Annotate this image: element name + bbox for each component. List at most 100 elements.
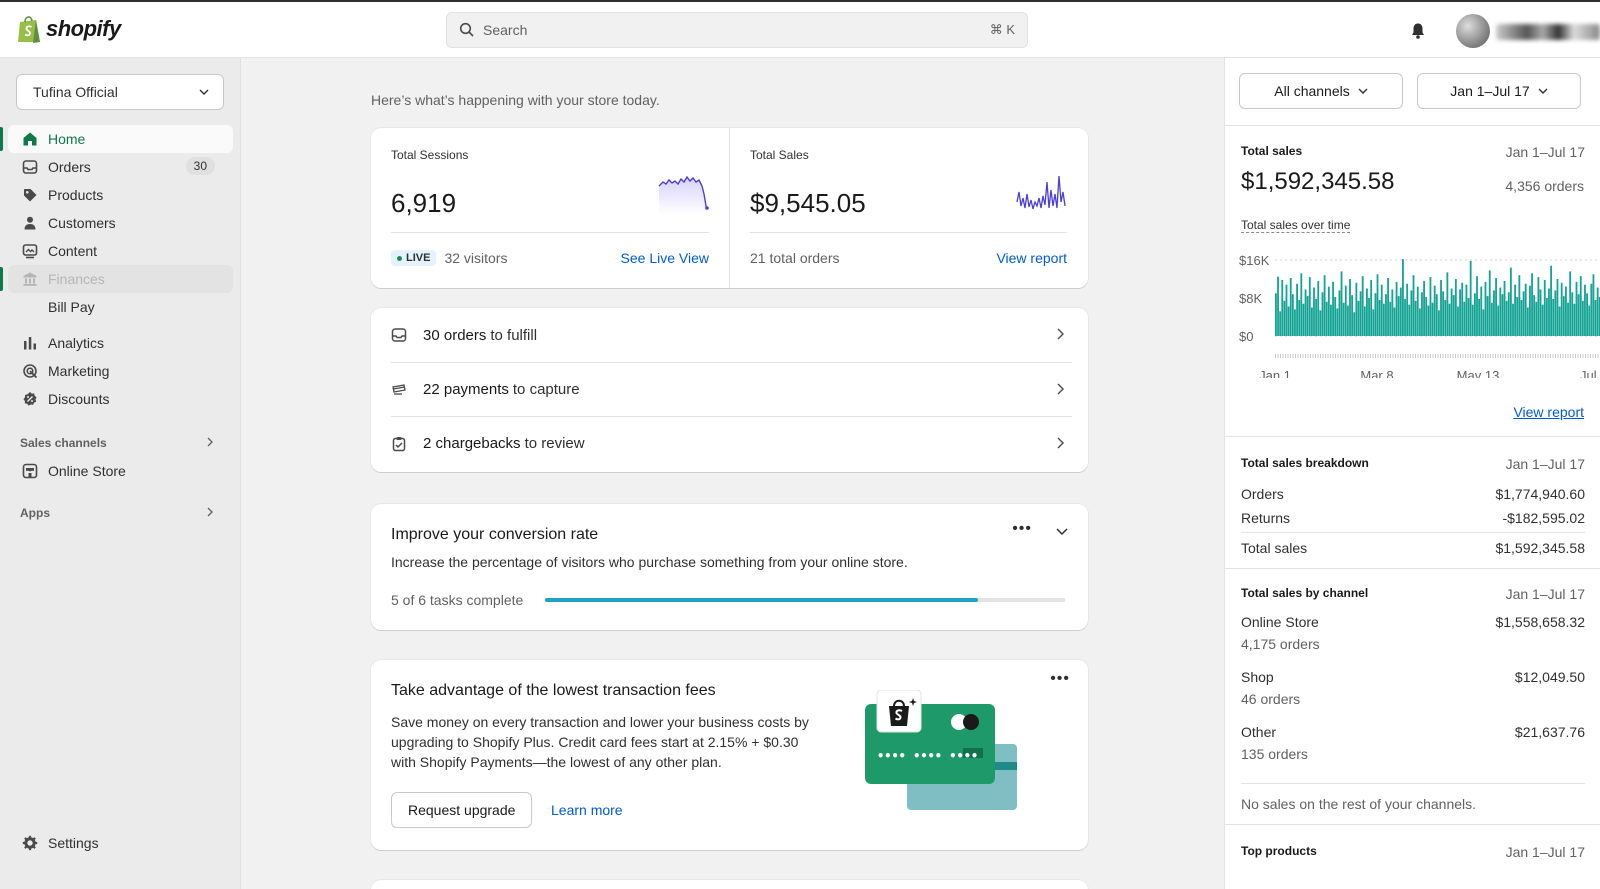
sidebar-item-analytics[interactable]: Analytics [0,329,241,357]
avatar[interactable] [1456,14,1490,48]
chart-bar[interactable] [1581,300,1584,336]
account-name-redacted[interactable] [1496,24,1600,40]
chart-bar[interactable] [1359,291,1362,336]
chart-bar[interactable] [1486,296,1489,336]
view-report-link[interactable]: View report [996,250,1067,266]
todo-row-payments[interactable]: 22 payments to capture [391,362,1072,416]
chart-bar[interactable] [1332,281,1334,336]
chart-bar[interactable] [1346,305,1349,336]
chart-bar[interactable] [1283,300,1286,336]
chart-bar[interactable] [1313,287,1315,336]
chart-bar[interactable] [1457,306,1459,336]
chart-bar[interactable] [1465,284,1468,336]
chart-bar[interactable] [1543,279,1546,336]
chart-bar[interactable] [1571,292,1574,336]
chart-bar[interactable] [1554,290,1557,336]
chart-bar[interactable] [1588,305,1591,336]
chart-bar[interactable] [1446,272,1449,336]
chart-bar[interactable] [1501,294,1504,336]
chart-bar[interactable] [1296,283,1298,336]
chart-bar[interactable] [1577,294,1580,336]
chart-bar[interactable] [1471,304,1474,336]
chart-bar[interactable] [1319,310,1322,336]
chart-bar[interactable] [1363,306,1366,336]
chart-bar[interactable] [1353,312,1356,336]
chart-bar[interactable] [1323,275,1326,336]
chart-bar[interactable] [1512,303,1514,336]
chart-bar[interactable] [1461,282,1464,336]
chart-bar[interactable] [1285,284,1288,336]
chart-bar[interactable] [1366,288,1368,337]
chart-bar[interactable] [1372,309,1375,336]
chart-bar[interactable] [1550,265,1553,336]
chart-bar[interactable] [1490,302,1493,336]
chart-bar[interactable] [1493,290,1495,336]
sidebar-item-content[interactable]: Content [0,237,241,265]
chart-bar[interactable] [1429,277,1432,336]
chart-bar[interactable] [1444,299,1447,336]
date-filter[interactable]: Jan 1–Jul 17 [1417,73,1581,109]
chart-bar[interactable] [1499,287,1502,336]
chart-bar[interactable] [1391,289,1394,336]
chart-bar[interactable] [1423,280,1425,336]
chart-bar[interactable] [1355,282,1358,336]
chart-bar[interactable] [1300,273,1303,336]
sales-over-time-label[interactable]: Total sales over time [1241,218,1351,233]
chart-bar[interactable] [1524,283,1527,336]
chart-bar[interactable] [1342,302,1345,336]
chart-bar[interactable] [1575,281,1578,336]
chart-bar[interactable] [1279,311,1282,336]
chart-bar[interactable] [1389,301,1392,336]
chart-bar[interactable] [1452,295,1455,336]
chart-bar[interactable] [1448,303,1451,336]
more-actions-button[interactable]: ••• [1012,520,1032,538]
chart-bar[interactable] [1518,275,1521,336]
chart-bar[interactable] [1380,284,1383,336]
chart-bar[interactable] [1374,293,1377,336]
chart-bar[interactable] [1537,277,1540,336]
shopify-logo[interactable]: shopify [16,14,121,44]
chart-bar[interactable] [1533,295,1536,336]
chart-bar[interactable] [1497,305,1500,336]
sidebar-item-customers[interactable]: Customers [0,209,241,237]
sidebar-item-products[interactable]: Products [0,181,241,209]
chart-bar[interactable] [1569,271,1572,336]
sales-channels-header[interactable]: Sales channels [0,429,241,457]
sidebar-item-settings[interactable]: Settings [0,829,241,857]
chart-bar[interactable] [1338,290,1341,336]
chart-bar[interactable] [1507,292,1510,336]
chart-bar[interactable] [1522,291,1525,336]
todo-row-chargebacks[interactable]: 2 chargebacks to review [391,416,1072,470]
chart-bar[interactable] [1473,293,1476,336]
sidebar-item-home[interactable]: Home [0,125,233,153]
chart-bar[interactable] [1368,298,1370,336]
chart-bar[interactable] [1344,285,1347,336]
sidebar-item-online-store[interactable]: Online Store [0,457,241,485]
chart-bar[interactable] [1552,298,1555,336]
chart-bar[interactable] [1277,276,1279,337]
chart-bar[interactable] [1340,271,1343,336]
chart-bar[interactable] [1294,309,1296,336]
chart-bar[interactable] [1459,289,1461,336]
chart-bar[interactable] [1535,301,1538,336]
chart-bar[interactable] [1325,301,1328,336]
chart-bar[interactable] [1414,300,1417,336]
chart-bar[interactable] [1425,297,1428,336]
chart-bar[interactable] [1418,308,1421,336]
chart-bar[interactable] [1529,285,1531,336]
store-selector[interactable]: Tufina Official [16,74,224,110]
chart-bar[interactable] [1361,276,1364,336]
chart-bar[interactable] [1397,296,1400,336]
chart-bar[interactable] [1565,286,1567,336]
chart-bar[interactable] [1291,294,1294,336]
chart-bar[interactable] [1349,279,1351,336]
sidebar-item-discounts[interactable]: Discounts [0,385,241,413]
chart-bar[interactable] [1467,298,1470,336]
chart-bar[interactable] [1438,310,1440,336]
chart-bar[interactable] [1440,279,1442,336]
chart-bar[interactable] [1327,286,1330,336]
chart-bar[interactable] [1304,289,1307,336]
chart-bar[interactable] [1539,289,1542,336]
chart-bar[interactable] [1433,285,1436,336]
chart-bar[interactable] [1567,302,1569,336]
